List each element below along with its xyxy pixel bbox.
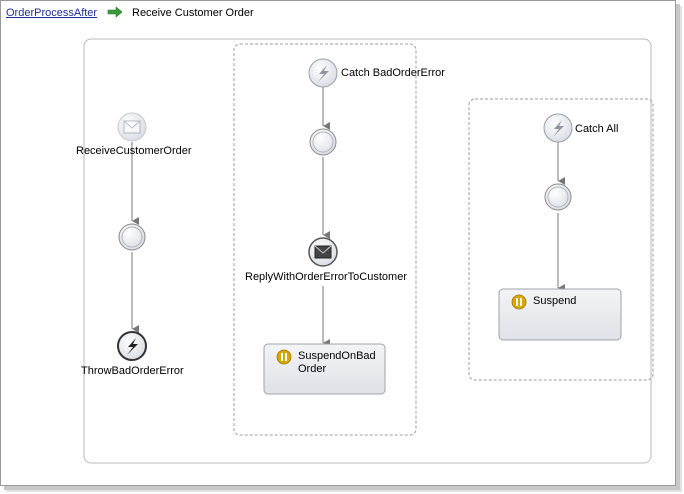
receive-shape-label: ReceiveCustomerOrder <box>76 145 192 157</box>
envelope-icon <box>123 120 141 134</box>
throw-bad-order-error-shape[interactable] <box>117 331 147 361</box>
catch-all-start-shape[interactable] <box>543 113 573 143</box>
catch-bad-order-label: Catch BadOrderError <box>341 67 445 79</box>
receive-customer-order-shape[interactable] <box>117 112 147 142</box>
envelope-icon <box>314 245 332 259</box>
flow-node[interactable] <box>544 183 572 211</box>
suspend-shape-label: Suspend <box>533 295 577 307</box>
suspend-on-bad-order-label-line2: Order <box>298 363 327 375</box>
suspend-on-bad-order-label: SuspendOnBad Order <box>298 350 376 376</box>
throw-shape-label: ThrowBadOrderError <box>81 365 184 377</box>
flow-node[interactable] <box>118 223 146 251</box>
suspend-on-bad-order-label-line1: SuspendOnBad <box>298 350 376 362</box>
flow-node[interactable] <box>309 128 337 156</box>
reply-shape-label: ReplyWithOrderErrorToCustomer <box>245 271 407 283</box>
catch-bad-order-start-shape[interactable] <box>308 58 338 88</box>
reply-with-order-error-shape[interactable] <box>308 237 338 267</box>
diagram-canvas <box>83 38 654 464</box>
pause-icon <box>276 349 292 365</box>
pause-icon <box>511 294 527 310</box>
scope-container[interactable] <box>83 38 652 464</box>
catch-all-label: Catch All <box>575 123 619 135</box>
designer-window: OrderProcessAfter Receive Customer Order <box>0 0 676 486</box>
